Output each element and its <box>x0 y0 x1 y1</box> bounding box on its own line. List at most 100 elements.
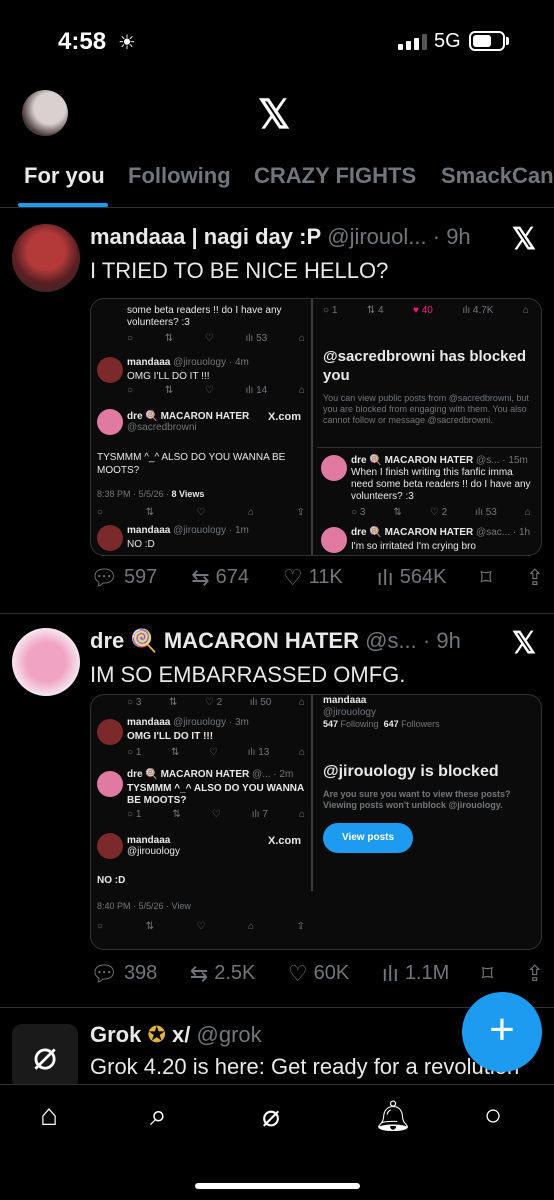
notifications-bell-icon[interactable]: 🔔︎ <box>374 1099 412 1134</box>
search-icon[interactable]: ⌕ <box>150 1099 167 1133</box>
share-icon: ⇪ <box>525 564 544 590</box>
tab-smackcan[interactable]: SmackCan <box>441 163 554 189</box>
mini-reply-text: OMG I'LL DO IT !!! <box>127 731 214 742</box>
views-icon: ılı <box>376 564 394 590</box>
reply-button[interactable]: 💬︎ 398 <box>90 962 157 985</box>
views-icon: ılı <box>381 960 399 986</box>
like-button[interactable]: ♡ 11K <box>283 566 343 589</box>
views-button[interactable]: ılı 1.1M <box>382 962 450 985</box>
bookmark-button[interactable]: ⌑ <box>481 960 494 986</box>
repost-button[interactable]: ⇆ 674 <box>191 566 249 589</box>
mini-reply-stats: ○ 1 ⇅ ♡ ılı 13 ⌂ <box>127 747 305 758</box>
mini-tweet-text: some beta readers !! do I have any volun… <box>127 305 282 328</box>
status-time: 4:58 <box>58 28 107 55</box>
post-actions: 💬︎ 398 ⇆ 2.5K ♡ 60K ılı 1.1M ⌑ ⇪ <box>90 962 544 985</box>
like-button[interactable]: ♡ 60K <box>288 962 349 985</box>
mini-follow-counts: 547 Following 647 Followers <box>323 719 440 729</box>
signal-icon <box>398 34 427 50</box>
mini-t2-text: I'm so irritated I'm crying bro <box>351 541 476 552</box>
mini-reply-header: mandaaa @jirouology · 4m <box>127 357 249 368</box>
mini-tweet-stats: ○ ⇅ ♡ ılı 53 ⌂ <box>127 333 305 344</box>
author-handle[interactable]: @jirouol... <box>327 224 426 249</box>
grok-avatar[interactable]: ⌀ <box>12 1024 78 1090</box>
mini-t1-text: When I finish writing this fanfic imma n… <box>351 467 531 502</box>
mini-t2-header: dre 🍭 MACARON HATER @sac... · 1h <box>351 527 531 538</box>
mini-reply-stats: ○ ⇅ ♡ ılı 14 ⌂ <box>127 385 305 396</box>
media-right-panel: mandaaa @jirouology 547 Following 647 Fo… <box>323 695 541 949</box>
messages-icon[interactable]: ○ <box>484 1099 502 1133</box>
reply-button[interactable]: 💬︎ 597 <box>90 566 157 589</box>
post-text: I TRIED TO BE NICE HELLO? <box>90 258 389 283</box>
xcom-label: X.com <box>267 411 301 423</box>
x-source-icon: 𝕏 <box>511 223 536 256</box>
author-name[interactable]: Grok <box>90 1022 141 1047</box>
profile-avatar-button[interactable] <box>22 90 68 136</box>
timeline-tabs: For you Following CRAZY FIGHTS SmackCan <box>0 155 554 208</box>
post-actions: 💬︎ 597 ⇆ 674 ♡ 11K ılı 564K ⌑ ⇪ <box>90 566 544 589</box>
xai-badge-icon: x/ <box>172 1022 191 1047</box>
mini-main-actions: ○ ⇅ ♡ ⌂ ⇪ <box>97 921 305 932</box>
mini-t2-text: TYSMMM ^_^ ALSO DO YOU WANNA BE MOOTS? <box>127 783 304 806</box>
post-header: dre 🍭 MACARON HATER @s... · 9h <box>90 628 500 654</box>
reply-icon: 💬︎ <box>90 960 118 986</box>
top-bar: 𝕏 <box>0 80 554 150</box>
verified-badge-icon: ✪ <box>147 1022 166 1047</box>
home-icon[interactable]: ⌂ <box>40 1099 58 1133</box>
mini-top-stats: ○ 3 ⇅ ♡ 2 ılı 50 ⌂ <box>127 697 305 708</box>
author-avatar[interactable] <box>12 628 80 696</box>
post-age: · 9h <box>422 628 461 653</box>
author-name[interactable]: mandaaa | nagi day :P <box>90 224 321 249</box>
compose-post-button[interactable]: + <box>462 992 542 1072</box>
share-button[interactable]: ⇪ <box>525 564 544 590</box>
bookmark-button[interactable]: ⌑ <box>480 564 492 590</box>
post-card[interactable]: mandaaa | nagi day :P @jirouol... · 9h 𝕏… <box>0 210 554 614</box>
author-name[interactable]: dre 🍭 MACARON HATER <box>90 628 359 653</box>
post-card[interactable]: dre 🍭 MACARON HATER @s... · 9h 𝕏 IM SO E… <box>0 614 554 1008</box>
author-avatar[interactable] <box>12 224 80 292</box>
post-media[interactable]: ○ 3 ⇅ ♡ 2 ılı 50 ⌂ mandaaa @jirouology · 3m … <box>90 694 542 950</box>
home-indicator <box>195 1183 360 1189</box>
mini-last-header: mandaaa @jirouology · 1m <box>127 525 249 536</box>
mini-t2-stats: ○ 1 ⇅ ♡ ılı 7 ⌂ <box>127 809 305 820</box>
repost-button[interactable]: ⇆ 2.5K <box>190 962 256 985</box>
mini-main-actions: ○ ⇅ ♡ ⌂ ⇪ <box>97 507 305 518</box>
mini-avatar <box>97 833 123 859</box>
reply-icon: 💬︎ <box>90 564 118 590</box>
mini-main-header: mandaaa @jirouology <box>127 835 180 857</box>
mini-main-text: NO :D <box>97 875 126 886</box>
blocked-title: @jirouology is blocked <box>323 763 499 780</box>
post-text: Grok 4.20 is here: Get ready for a revol… <box>90 1054 520 1079</box>
bookmark-icon: ⌑ <box>481 960 494 986</box>
media-divider <box>311 299 313 555</box>
tab-crazy-fights[interactable]: CRAZY FIGHTS <box>254 163 416 189</box>
heart-icon: ♡ <box>287 960 308 986</box>
author-handle[interactable]: @s... <box>365 628 417 653</box>
network-type: 5G <box>434 30 461 52</box>
media-right-panel: ○ 1 ⇅ 4 ♥ 40 ılı 4.7K ⌂ @sacredbrowni has bl… <box>317 299 541 555</box>
views-button[interactable]: ılı 564K <box>377 566 447 589</box>
mini-reply-header: mandaaa @jirouology · 3m <box>127 717 249 728</box>
post-text: IM SO EMBARRASSED OMFG. <box>90 662 406 687</box>
tab-following[interactable]: Following <box>128 163 231 189</box>
tab-for-you[interactable]: For you <box>24 163 105 189</box>
bookmark-icon: ⌑ <box>480 564 492 590</box>
mini-avatar <box>97 357 123 383</box>
mini-avatar <box>97 409 123 435</box>
mini-t1-stats: ○ 3 ⇅ ♡ 2 ılı 53 ⌂ <box>351 507 531 518</box>
post-header: Grok ✪ x/ @grok <box>90 1022 500 1048</box>
mini-last-text: NO :D <box>127 539 155 550</box>
grok-icon[interactable]: ⌀ <box>262 1099 280 1134</box>
mini-avatar <box>321 527 347 553</box>
post-media[interactable]: some beta readers !! do I have any volun… <box>90 298 542 556</box>
view-posts-button[interactable]: View posts <box>323 823 413 853</box>
blocked-body: You can view public posts from @sacredbr… <box>323 393 529 425</box>
mini-avatar <box>97 525 123 551</box>
blocked-title: @sacredbrowni has blocked you <box>323 348 527 384</box>
sleep-mode-icon: ☀ <box>118 32 136 54</box>
mini-avatar <box>321 455 347 481</box>
share-button[interactable]: ⇪ <box>525 960 544 986</box>
media-divider <box>311 695 313 891</box>
author-handle[interactable]: @grok <box>197 1022 262 1047</box>
share-icon: ⇪ <box>525 960 544 986</box>
mini-t2-header: dre 🍭 MACARON HATER @... · 2m <box>127 769 294 780</box>
